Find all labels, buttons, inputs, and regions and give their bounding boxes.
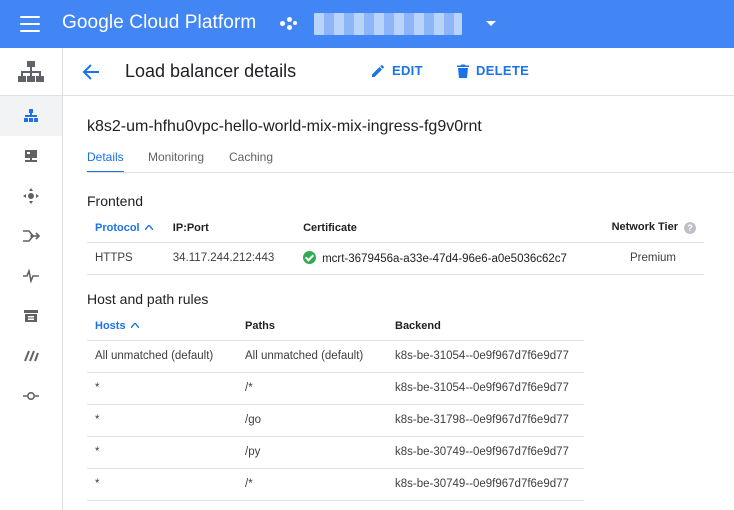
col-ipport: IP:Port <box>164 214 296 243</box>
back-arrow-icon[interactable] <box>81 62 101 82</box>
frontend-table: Protocol IP:Port Certificate Network Tie… <box>87 214 704 275</box>
hosts-cell: All unmatched (default) <box>87 340 237 373</box>
table-row: HTTPS 34.117.244.212:443 mcrt-3679456a-a… <box>87 242 704 275</box>
project-name-redacted <box>314 13 462 35</box>
paths-cell: All unmatched (default) <box>237 340 387 373</box>
service-directory-icon[interactable] <box>0 296 62 336</box>
hosts-cell: * <box>87 404 237 437</box>
sort-up-icon <box>130 322 139 328</box>
tab-caching[interactable]: Caching <box>229 150 273 173</box>
page-title: Load balancer details <box>125 61 297 81</box>
tier-cell: Premium <box>603 242 704 275</box>
brand-title[interactable]: Google Cloud Platform <box>62 12 256 34</box>
trash-icon <box>457 64 469 78</box>
top-app-bar: Google Cloud Platform <box>0 0 734 48</box>
hosts-cell: * <box>87 436 237 469</box>
page-header: Load balancer details EDIT DELETE <box>63 48 734 96</box>
table-row: * /* k8s-be-30749--0e9f967d7f6e9d77 <box>87 468 584 501</box>
col-network-tier: Network Tier? <box>603 214 704 243</box>
load-balancer-name: k8s2-um-hfhu0vpc-hello-world-mix-mix-ing… <box>87 118 482 135</box>
paths-cell: /* <box>237 468 387 501</box>
tab-details[interactable]: Details <box>87 150 124 173</box>
chevron-down-icon <box>486 21 496 26</box>
col-hosts[interactable]: Hosts <box>87 312 237 341</box>
private-service-connect-icon[interactable] <box>0 376 62 416</box>
delete-button[interactable]: DELETE <box>457 63 529 78</box>
col-paths: Paths <box>237 312 387 341</box>
pencil-icon <box>372 64 384 77</box>
traffic-director-icon[interactable] <box>0 256 62 296</box>
table-row: * /go k8s-be-31798--0e9f967d7f6e9d77 <box>87 404 584 437</box>
col-backend: Backend <box>387 312 584 341</box>
backend-link[interactable]: k8s-be-30749--0e9f967d7f6e9d77 <box>387 468 584 501</box>
rules-title: Host and path rules <box>87 291 209 307</box>
sort-up-icon <box>144 224 153 230</box>
backend-link[interactable]: k8s-be-31054--0e9f967d7f6e9d77 <box>387 340 584 373</box>
certificate-cell: mcrt-3679456a-a33e-47d4-96e6-a0e5036c62c… <box>295 242 604 275</box>
col-protocol[interactable]: Protocol <box>87 214 165 243</box>
cloud-domains-icon[interactable] <box>0 336 62 376</box>
edit-button[interactable]: EDIT <box>371 63 423 78</box>
frontend-title: Frontend <box>87 193 144 209</box>
tab-divider <box>87 172 734 173</box>
paths-cell: /* <box>237 372 387 405</box>
cloud-cdn-icon[interactable] <box>0 176 62 216</box>
hamburger-menu-icon[interactable] <box>20 16 40 32</box>
backend-link[interactable]: k8s-be-30749--0e9f967d7f6e9d77 <box>387 436 584 469</box>
table-row: * /* k8s-be-31054--0e9f967d7f6e9d77 <box>87 372 584 405</box>
help-icon[interactable]: ? <box>684 222 696 235</box>
tab-monitoring[interactable]: Monitoring <box>148 150 204 173</box>
certificate-link[interactable]: mcrt-3679456a-a33e-47d4-96e6-a0e5036c62c… <box>322 253 567 265</box>
paths-cell: /go <box>237 404 387 437</box>
edit-label: EDIT <box>392 63 423 78</box>
ipport-cell: 34.117.244.212:443 <box>164 242 296 275</box>
network-services-icon[interactable] <box>0 48 62 96</box>
check-circle-icon <box>303 251 317 264</box>
backend-link[interactable]: k8s-be-31798--0e9f967d7f6e9d77 <box>387 404 584 437</box>
cloud-dns-icon[interactable] <box>0 136 62 176</box>
protocol-cell: HTTPS <box>87 242 165 275</box>
paths-cell: /py <box>237 436 387 469</box>
table-row: All unmatched (default) All unmatched (d… <box>87 340 584 373</box>
delete-label: DELETE <box>476 63 530 78</box>
cloud-nat-icon[interactable] <box>0 216 62 256</box>
hosts-cell: * <box>87 372 237 405</box>
load-balancing-icon[interactable] <box>0 96 62 136</box>
product-sidebar <box>0 48 63 510</box>
backend-link[interactable]: k8s-be-31054--0e9f967d7f6e9d77 <box>387 372 584 405</box>
rules-table: Hosts Paths Backend All unmatched (defau… <box>87 312 584 501</box>
project-icon <box>280 17 298 31</box>
col-certificate: Certificate <box>295 214 604 243</box>
hosts-cell: * <box>87 468 237 501</box>
table-row: * /py k8s-be-30749--0e9f967d7f6e9d77 <box>87 436 584 469</box>
